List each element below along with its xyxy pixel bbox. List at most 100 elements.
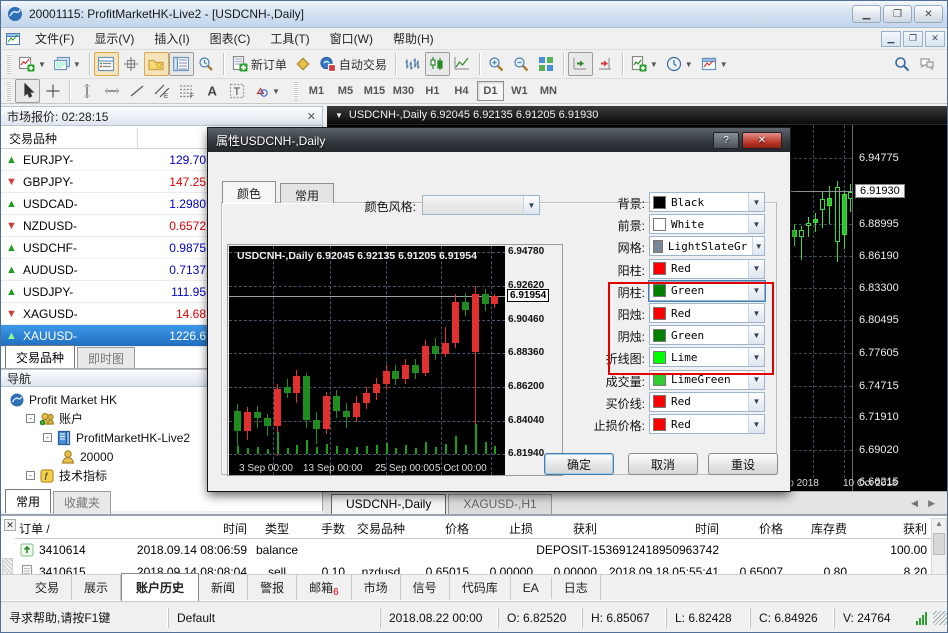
tab-scroll-left-icon[interactable]: ◀ (911, 498, 918, 509)
navigator-item-ProfitMarketHK-Live2[interactable]: -ProfitMarketHK-Live2 (43, 428, 190, 447)
new-order-button[interactable]: 新订单 (228, 52, 291, 76)
auto-scroll-button[interactable] (593, 52, 618, 76)
terminal-tab-账户历史[interactable]: 账户历史 (121, 573, 199, 602)
navigator-tab-常用[interactable]: 常用 (5, 489, 51, 513)
dialog-help-button[interactable]: ? (713, 132, 739, 149)
timeframe-D1[interactable]: D1 (477, 81, 504, 101)
zoom-out-button[interactable] (509, 52, 534, 76)
tree-expander-icon[interactable]: - (26, 414, 35, 423)
periods-button[interactable]: ▼ (662, 52, 697, 76)
profiles-button[interactable]: ▼ (50, 52, 85, 76)
column-header-1[interactable]: 时间 (121, 518, 251, 539)
color-combobox-Black[interactable]: Black▼ (649, 192, 765, 212)
terminal-tab-信号[interactable]: 信号 (401, 575, 450, 600)
restore-button[interactable]: ❐ (883, 5, 912, 23)
mdi-close-button[interactable]: ✕ (925, 31, 945, 47)
toolbar-grip[interactable] (7, 54, 11, 74)
chevron-down-icon[interactable]: ▼ (748, 260, 764, 278)
terminal-tab-邮箱[interactable]: 邮箱6 (297, 575, 352, 600)
zoom-in-button[interactable] (484, 52, 509, 76)
status-profile[interactable]: Default (168, 608, 380, 628)
shapes-button[interactable]: ▼ (249, 79, 284, 103)
color-combobox-White[interactable]: White▼ (649, 214, 765, 234)
dialog-tab-颜色[interactable]: 颜色 (222, 181, 276, 203)
scrollbar-thumb[interactable] (933, 533, 945, 555)
column-header-9[interactable]: 价格 (723, 518, 787, 539)
timeframe-M30[interactable]: M30 (390, 81, 417, 101)
timeframe-MN[interactable]: MN (535, 81, 562, 101)
menu-item-工具T[interactable]: 工具(T) (260, 28, 319, 49)
chevron-down-icon[interactable]: ▼ (720, 60, 728, 69)
autotrading-button[interactable]: 自动交易 (316, 52, 391, 76)
indicators-button[interactable]: ▼ (627, 52, 662, 76)
menu-item-插入I[interactable]: 插入(I) (144, 28, 199, 49)
ok-button[interactable]: 确定 (544, 453, 614, 475)
terminal-window-button[interactable] (169, 52, 194, 76)
new-chart-button[interactable]: ▼ (15, 52, 50, 76)
hline-button[interactable] (99, 79, 124, 103)
chevron-down-icon[interactable]: ▼ (73, 60, 81, 69)
close-button[interactable]: ✕ (914, 5, 943, 23)
column-header-2[interactable]: 类型 (251, 518, 303, 539)
dialog-title-bar[interactable]: 属性USDCNH-,Daily ? ✕ (208, 128, 790, 152)
search-button[interactable] (889, 52, 914, 76)
tab-scroll-right-icon[interactable]: ▶ (928, 498, 935, 509)
terminal-tab-警报[interactable]: 警报 (248, 575, 297, 600)
column-header-0[interactable]: 订单 / (15, 518, 121, 539)
chevron-down-icon[interactable]: ▼ (685, 60, 693, 69)
menu-item-文件F[interactable]: 文件(F) (25, 28, 84, 49)
column-header-8[interactable]: 时间 (601, 518, 723, 539)
chevron-down-icon[interactable]: ▼ (523, 196, 539, 214)
chevron-down-icon[interactable]: ▼ (752, 237, 764, 255)
market-watch-tab-即时图[interactable]: 即时图 (77, 347, 135, 370)
menu-item-显示V[interactable]: 显示(V) (84, 28, 144, 49)
timeframe-M1[interactable]: M1 (303, 81, 330, 101)
chart-tab-XAGUSDH1[interactable]: XAGUSD-,H1 (448, 494, 551, 514)
templates-button[interactable]: ▼ (697, 52, 732, 76)
history-row-3410614[interactable]: 34106142018.09.14 08:06:59balanceDEPOSIT… (15, 539, 931, 561)
chart-shift-button[interactable] (568, 52, 593, 76)
candles-chart-button[interactable] (425, 52, 450, 76)
bars-chart-button[interactable] (400, 52, 425, 76)
navigator-button[interactable] (144, 52, 169, 76)
chart-tab-USDCNHDaily[interactable]: USDCNH-,Daily (331, 494, 446, 514)
chevron-down-icon[interactable]: ▼ (272, 87, 280, 96)
chart-price-axis[interactable]: 6.947756.889956.861906.833006.804956.776… (852, 125, 948, 491)
navigator-item-账户[interactable]: -账户 (26, 409, 83, 428)
timeframe-H1[interactable]: H1 (419, 81, 446, 101)
color-combobox-Red[interactable]: Red▼ (649, 259, 765, 279)
market-watch-close-icon[interactable]: ✕ (307, 110, 316, 123)
column-symbol[interactable]: 交易品种 (1, 128, 138, 149)
column-header-5[interactable]: 价格 (413, 518, 473, 539)
tree-expander-icon[interactable]: - (26, 471, 35, 480)
chevron-down-icon[interactable]: ▼ (748, 415, 764, 433)
navigator-item-技术指标[interactable]: -f技术指标 (26, 466, 107, 485)
market-watch-button[interactable] (94, 52, 119, 76)
navigator-tab-收藏夹[interactable]: 收藏夹 (53, 491, 111, 514)
terminal-tab-展示[interactable]: 展示 (72, 575, 121, 600)
reset-button[interactable]: 重设 (708, 453, 778, 475)
column-header-3[interactable]: 手数 (303, 518, 349, 539)
terminal-tab-代码库[interactable]: 代码库 (450, 575, 511, 600)
data-window-button[interactable] (119, 52, 144, 76)
color-combobox-LightSlateGr[interactable]: LightSlateGr▼ (649, 236, 765, 256)
eraser-button[interactable] (291, 52, 316, 76)
crosshair-button[interactable] (40, 79, 65, 103)
text-button[interactable]: A (199, 79, 224, 103)
fibo-button[interactable]: F (174, 79, 199, 103)
toolbar-grip[interactable] (294, 81, 298, 101)
menu-item-图表C[interactable]: 图表(C) (200, 28, 261, 49)
tester-button[interactable] (194, 52, 219, 76)
terminal-tab-市场[interactable]: 市场 (352, 575, 401, 600)
navigator-item-broker[interactable]: Profit Market HK (9, 390, 117, 409)
cancel-button[interactable]: 取消 (628, 453, 698, 475)
cursor-button[interactable] (15, 79, 40, 103)
market-watch-tab-交易品种[interactable]: 交易品种 (5, 345, 75, 369)
menu-item-窗口W[interactable]: 窗口(W) (320, 28, 383, 49)
terminal-tab-新闻[interactable]: 新闻 (199, 575, 248, 600)
menu-item-帮助H[interactable]: 帮助(H) (383, 28, 444, 49)
resize-grip[interactable] (933, 611, 947, 625)
minimize-button[interactable]: ▁ (852, 5, 881, 23)
chevron-down-icon[interactable]: ▼ (748, 193, 764, 211)
column-header-6[interactable]: 止损 (473, 518, 537, 539)
